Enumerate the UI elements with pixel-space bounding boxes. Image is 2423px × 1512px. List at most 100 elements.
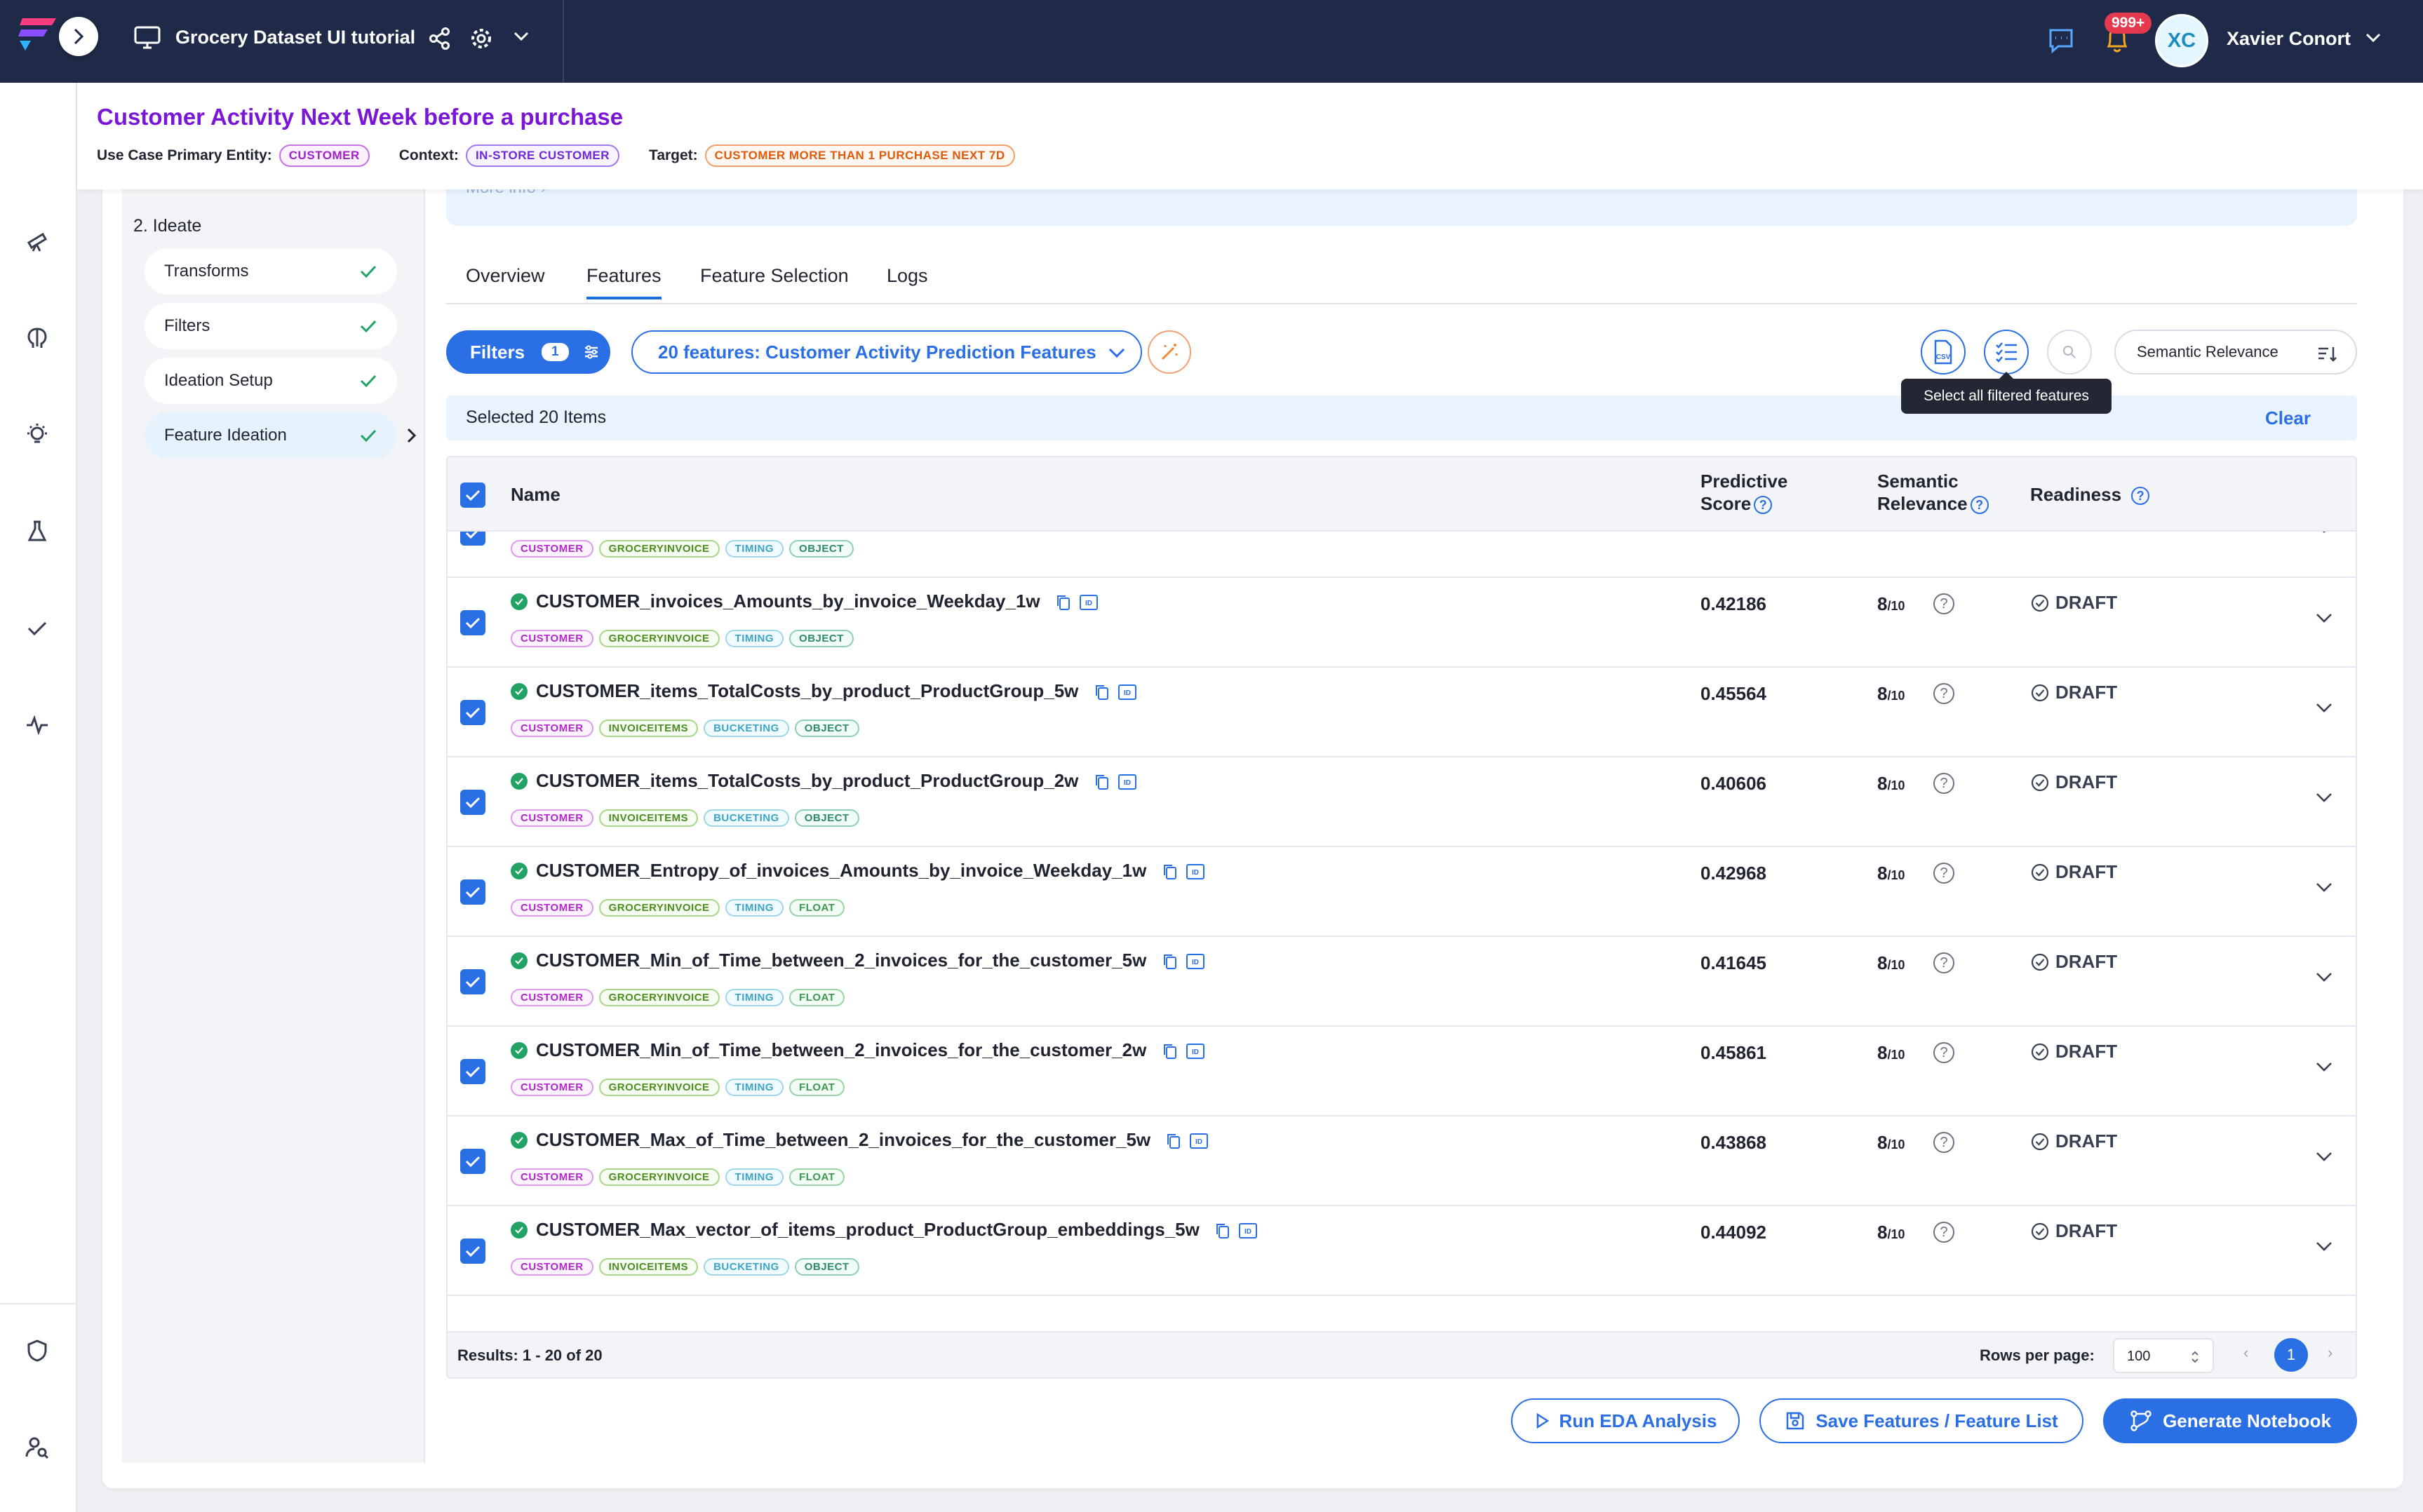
id-card-icon[interactable]: ID [1186, 1043, 1205, 1060]
table-row[interactable]: CUSTOMER_Max_of_Time_between_2_invoices_… [448, 1116, 2356, 1206]
lightbulb-icon[interactable] [25, 422, 50, 447]
step-item-filters[interactable]: Filters [145, 303, 397, 349]
table-row[interactable]: CUSTOMER_Min_of_Time_between_2_invoices_… [448, 1027, 2356, 1116]
table-row[interactable]: CUSTOMER_Min_of_Time_between_2_invoices_… [448, 937, 2356, 1027]
feature-name[interactable]: CUSTOMER_Max_vector_of_items_product_Pro… [536, 1219, 1200, 1240]
help-icon[interactable]: ? [1933, 1042, 1954, 1063]
row-checkbox[interactable] [460, 969, 485, 994]
generate-notebook-button[interactable]: Generate Notebook [2103, 1398, 2357, 1443]
row-checkbox[interactable] [460, 879, 485, 905]
chevron-down-icon[interactable] [512, 29, 530, 43]
check-icon[interactable] [25, 616, 50, 641]
table-row[interactable]: CUSTOMER_items_TotalCosts_by_product_Pro… [448, 757, 2356, 847]
chevron-down-icon[interactable] [2364, 31, 2382, 45]
id-card-icon[interactable]: ID [1079, 594, 1099, 611]
row-checkbox[interactable] [460, 700, 485, 725]
chevron-down-icon[interactable] [2314, 1240, 2335, 1254]
table-row[interactable]: CUSTOMER_items_TotalCosts_by_product_Pro… [448, 668, 2356, 757]
tab-logs[interactable]: Logs [887, 265, 928, 297]
chevron-down-icon[interactable] [2314, 701, 2335, 715]
rows-per-page-select[interactable]: 100 [2113, 1338, 2214, 1373]
copy-icon[interactable] [1165, 1132, 1182, 1150]
copy-icon[interactable] [1094, 773, 1110, 791]
chevron-down-icon[interactable] [2314, 612, 2335, 626]
help-icon[interactable]: ? [1933, 593, 1954, 614]
brain-icon[interactable] [25, 325, 50, 351]
feature-list-select[interactable]: 20 features: Customer Activity Predictio… [631, 330, 1142, 374]
step-item-feature-ideation[interactable]: Feature Ideation [145, 412, 417, 459]
chevron-down-icon[interactable] [2314, 791, 2335, 805]
help-icon[interactable]: ? [1933, 1132, 1954, 1153]
next-page-button[interactable]: › [2328, 1344, 2333, 1362]
search-button[interactable] [2047, 330, 2092, 374]
row-checkbox[interactable] [460, 790, 485, 815]
user-name[interactable]: Xavier Conort [2227, 28, 2351, 50]
table-row[interactable]: CUSTOMER_invoices_Amounts_by_invoice_Wee… [448, 578, 2356, 668]
telescope-icon[interactable] [25, 229, 50, 254]
feature-name[interactable]: CUSTOMER_items_TotalCosts_by_product_Pro… [536, 770, 1078, 791]
feature-name[interactable]: CUSTOMER_invoices_Amounts_by_invoice_Wee… [536, 590, 1040, 612]
chevron-down-icon[interactable] [2314, 1060, 2335, 1074]
id-card-icon[interactable]: ID [1189, 1133, 1209, 1149]
copy-icon[interactable] [1055, 593, 1072, 612]
more-info-link[interactable]: More info › [466, 189, 546, 198]
help-icon[interactable]: ? [1933, 1222, 1954, 1243]
copy-icon[interactable] [1162, 1042, 1179, 1060]
pulse-icon[interactable] [25, 713, 50, 738]
chevron-down-icon[interactable] [2314, 1150, 2335, 1164]
feature-name[interactable]: CUSTOMER_Entropy_of_invoices_Amounts_by_… [536, 860, 1146, 881]
csv-download-button[interactable]: CSV [1921, 330, 1966, 374]
row-checkbox[interactable] [460, 610, 485, 635]
chevron-down-icon[interactable] [2314, 881, 2335, 895]
filters-button[interactable]: Filters 1 [446, 330, 610, 374]
table-row[interactable]: CUSTOMER_Entropy_of_invoices_Amounts_by_… [448, 847, 2356, 937]
prev-page-button[interactable]: ‹ [2243, 1344, 2248, 1362]
shield-icon[interactable] [25, 1338, 50, 1363]
select-all-filtered-button[interactable] [1984, 330, 2029, 374]
column-header-name[interactable]: Name [511, 484, 561, 506]
help-icon[interactable]: ? [1970, 496, 1989, 515]
id-card-icon[interactable]: ID [1238, 1222, 1258, 1239]
row-checkbox[interactable] [460, 1149, 485, 1174]
flask-icon[interactable] [25, 519, 50, 544]
feature-name[interactable]: CUSTOMER_items_TotalCosts_by_product_Pro… [536, 680, 1078, 701]
id-card-icon[interactable]: ID [1186, 953, 1205, 970]
id-card-icon[interactable]: ID [1117, 684, 1137, 701]
copy-icon[interactable] [1162, 952, 1179, 971]
sort-select[interactable]: Semantic Relevance [2114, 330, 2357, 374]
select-all-checkbox[interactable] [460, 482, 485, 508]
row-checkbox[interactable] [460, 1059, 485, 1084]
chat-icon[interactable] [2047, 27, 2075, 55]
tab-feature-selection[interactable]: Feature Selection [700, 265, 849, 297]
avatar[interactable]: XC [2155, 14, 2208, 67]
feature-name[interactable]: CUSTOMER_Min_of_Time_between_2_invoices_… [536, 950, 1146, 971]
sidebar-toggle-button[interactable] [59, 17, 98, 56]
user-search-icon[interactable] [25, 1435, 50, 1460]
copy-icon[interactable] [1162, 863, 1179, 881]
copy-icon[interactable] [1214, 1222, 1231, 1240]
chevron-down-icon[interactable] [2314, 971, 2335, 985]
help-icon[interactable]: ? [2131, 487, 2150, 506]
gear-icon[interactable] [469, 26, 494, 51]
help-icon[interactable]: ? [1933, 683, 1954, 704]
feature-name[interactable]: CUSTOMER_Min_of_Time_between_2_invoices_… [536, 1039, 1146, 1060]
column-header-predictive-score[interactable]: Predictive Score? [1700, 470, 1787, 515]
id-card-icon[interactable]: ID [1186, 863, 1205, 880]
magic-wand-button[interactable] [1148, 330, 1191, 374]
column-header-readiness[interactable]: Readiness? [2030, 484, 2150, 506]
column-header-semantic-relevance[interactable]: Semantic Relevance? [1877, 470, 1989, 515]
help-icon[interactable]: ? [1933, 952, 1954, 973]
save-features-button[interactable]: Save Features / Feature List [1759, 1398, 2083, 1443]
tab-features[interactable]: Features [586, 265, 662, 299]
help-icon[interactable]: ? [1754, 496, 1773, 515]
copy-icon[interactable] [1094, 683, 1110, 701]
clear-selection-button[interactable]: Clear [2265, 407, 2311, 429]
id-card-icon[interactable]: ID [1117, 774, 1137, 790]
table-row[interactable]: CUSTOMER_Max_vector_of_items_product_Pro… [448, 1206, 2356, 1296]
share-icon[interactable] [428, 27, 452, 50]
step-item-ideation-setup[interactable]: Ideation Setup [145, 358, 397, 404]
app-logo[interactable] [15, 13, 65, 69]
step-item-transforms[interactable]: Transforms [145, 248, 397, 295]
row-checkbox[interactable] [460, 1238, 485, 1264]
tab-overview[interactable]: Overview [466, 265, 545, 297]
